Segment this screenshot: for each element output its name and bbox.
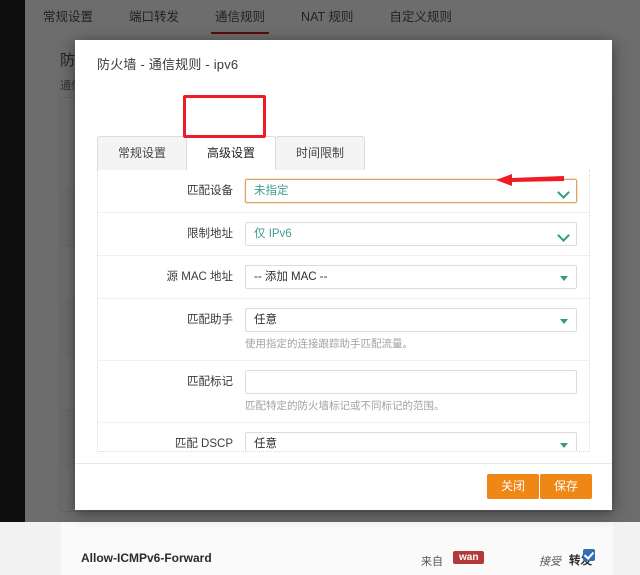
screen-left-edge xyxy=(0,0,25,522)
enable-checkbox[interactable] xyxy=(583,549,595,561)
close-button[interactable]: 关闭 xyxy=(487,474,539,499)
rule-source-label: 来自 xyxy=(421,553,443,569)
select-field[interactable]: 任意 xyxy=(245,432,577,452)
form-row: 匹配 DSCP任意匹配承载指定 DSCP 标记的流量。 xyxy=(98,423,589,452)
dialog-title: 防火墙 - 通信规则 - ipv6 xyxy=(97,54,238,73)
field-hint: 匹配特定的防火墙标记或不同标记的范围。 xyxy=(245,399,577,413)
dialog-tabstrip[interactable]: 常规设置高级设置时间限制 xyxy=(97,136,590,171)
chevron-down-icon[interactable] xyxy=(560,319,568,324)
form-row: 匹配助手任意使用指定的连接跟踪助手匹配流量。 xyxy=(98,299,589,361)
field-label: 匹配设备 xyxy=(98,179,245,203)
select-field[interactable]: -- 添加 MAC -- xyxy=(245,265,577,289)
field-value: -- 添加 MAC -- xyxy=(254,266,552,289)
form-row: 源 MAC 地址 -- 添加 MAC -- xyxy=(98,256,589,299)
field-label: 匹配助手 xyxy=(98,308,245,332)
field-control-wrapper: 匹配特定的防火墙标记或不同标记的范围。 xyxy=(245,370,577,413)
advanced-settings-form: 匹配设备未指定限制地址仅 IPv6源 MAC 地址-- 添加 MAC --匹配助… xyxy=(97,170,590,452)
field-label: 匹配 DSCP xyxy=(98,432,245,452)
chevron-down-icon[interactable] xyxy=(560,276,568,281)
firewall-rule-dialog: 防火墙 - 通信规则 - ipv6 常规设置高级设置时间限制 匹配设备未指定限制… xyxy=(75,40,612,510)
dialog-tab-0[interactable]: 常规设置 xyxy=(97,136,187,170)
field-value: 任意 xyxy=(254,433,552,452)
form-row: 匹配标记匹配特定的防火墙标记或不同标记的范围。 xyxy=(98,361,589,423)
form-row: 匹配设备未指定 xyxy=(98,170,589,213)
chevron-down-icon[interactable] xyxy=(557,229,570,242)
field-control-wrapper: 任意使用指定的连接跟踪助手匹配流量。 xyxy=(245,308,577,351)
save-button[interactable]: 保存 xyxy=(540,474,592,499)
field-label: 源 MAC 地址 xyxy=(98,265,245,289)
select-field[interactable]: 未指定 xyxy=(245,179,577,203)
field-control-wrapper: 未指定 xyxy=(245,179,577,203)
field-value: 未指定 xyxy=(254,180,552,203)
chevron-down-icon[interactable] xyxy=(557,186,570,199)
field-label: 限制地址 xyxy=(98,222,245,246)
field-control-wrapper: 任意匹配承载指定 DSCP 标记的流量。 xyxy=(245,432,577,452)
rule-name: Allow-ICMPv6-Forward xyxy=(81,551,212,565)
chevron-down-icon[interactable] xyxy=(560,443,568,448)
field-control-wrapper: 仅 IPv6 xyxy=(245,222,577,246)
dialog-tab-1[interactable]: 高级设置 xyxy=(186,136,276,170)
zone-badge: wan xyxy=(453,551,484,564)
select-field[interactable]: 仅 IPv6 xyxy=(245,222,577,246)
field-value: 任意 xyxy=(254,309,552,332)
field-control-wrapper: -- 添加 MAC -- xyxy=(245,265,577,289)
field-hint: 使用指定的连接跟踪助手匹配流量。 xyxy=(245,337,577,351)
text-field[interactable] xyxy=(245,370,577,394)
rule-action: 接受 xyxy=(539,553,561,569)
table-row[interactable]: Allow-ICMPv6-Forward来自wan接受转发 xyxy=(61,520,613,575)
form-row: 限制地址仅 IPv6 xyxy=(98,213,589,256)
dialog-tab-2[interactable]: 时间限制 xyxy=(275,136,365,170)
select-field[interactable]: 任意 xyxy=(245,308,577,332)
dialog-footer: 关闭 保存 xyxy=(75,463,612,510)
field-label: 匹配标记 xyxy=(98,370,245,394)
field-value: 仅 IPv6 xyxy=(254,223,552,246)
